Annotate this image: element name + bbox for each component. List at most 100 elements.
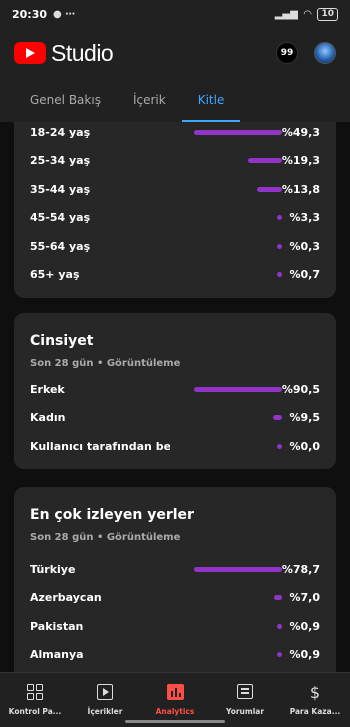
row-percent: %78,7 <box>281 562 320 576</box>
row-bar <box>276 215 282 221</box>
locations-card-subtitle: Son 28 gün • Görüntüleme <box>30 532 181 543</box>
distribution-row: 65+ yaş %0,7 <box>30 261 320 290</box>
row-percent: %3,3 <box>289 211 320 225</box>
row-percent: %49,3 <box>281 125 320 139</box>
row-bar-track <box>178 211 282 225</box>
row-bar-track <box>178 182 282 196</box>
youtube-logo-icon <box>14 42 46 64</box>
row-label: 25-34 yaş <box>30 154 91 168</box>
row-label: 35-44 yaş <box>30 182 91 196</box>
locations-card-title: En çok izleyen yerler <box>30 507 194 523</box>
row-bar <box>276 243 282 249</box>
row-percent: %0,7 <box>289 268 320 282</box>
row-bar-track <box>178 125 282 139</box>
row-percent: %0,9 <box>289 619 320 633</box>
nav-dashboard[interactable]: Kontrol Pa... <box>0 673 70 727</box>
row-bar <box>247 158 282 164</box>
row-label: Pakistan <box>30 619 84 633</box>
row-label: Erkek <box>30 382 65 396</box>
home-indicator <box>125 720 225 723</box>
gender-card: Cinsiyet Son 28 gün • Görüntüleme Erkek%… <box>14 313 336 469</box>
distribution-row: 55-64 yaş %0,3 <box>30 232 320 261</box>
analytics-icon <box>166 684 184 702</box>
audience-content[interactable]: 18-24 yaş %49,3 25-34 yaş %19,3 35-44 yaş %13… <box>0 122 350 672</box>
tab-audience[interactable]: Kitle <box>181 78 241 122</box>
status-bar: 20:30 ● ⋯ ▂▄▆ ◠ 10 <box>0 0 350 28</box>
nav-comments-label: Yorumlar <box>225 707 265 716</box>
distribution-row: 18-24 yaş %49,3 <box>30 122 320 147</box>
nav-earn[interactable]: $ Para Kaza... <box>280 673 350 727</box>
earn-icon: $ <box>309 683 321 702</box>
gender-rows: Erkek %90,5 Kadın %9,5 Kullanıcı tarafından … <box>30 375 320 461</box>
location-rows: Türkiye %78,7 Azerbaycan %7,0 Pakistan %0,9 Al… <box>30 555 320 669</box>
row-bar-track <box>178 562 282 576</box>
account-avatar[interactable] <box>314 42 336 64</box>
row-label: 18-24 yaş <box>30 125 91 139</box>
row-percent: %0,9 <box>289 648 320 662</box>
nav-analytics[interactable]: Analytics <box>140 673 210 727</box>
signal-icon: ▂▄▆ <box>274 8 298 20</box>
notifications-button[interactable]: 99 <box>276 42 298 64</box>
distribution-row: Türkiye %78,7 <box>30 555 320 584</box>
bottom-nav: Kontrol Pa... İçerikler Analytics Yoruml… <box>0 672 350 727</box>
distribution-row: Erkek %90,5 <box>30 375 320 404</box>
tab-overview[interactable]: Genel Bakış <box>14 78 117 122</box>
row-percent: %19,3 <box>281 154 320 168</box>
distribution-row: 25-34 yaş %19,3 <box>30 147 320 176</box>
row-percent: %90,5 <box>281 382 320 396</box>
row-percent: %0,3 <box>289 239 320 253</box>
nav-content[interactable]: İçerikler <box>70 673 140 727</box>
row-bar <box>273 595 282 601</box>
app-bar: Studio 99 <box>0 28 350 78</box>
row-bar <box>257 186 282 192</box>
row-label: Almanya <box>30 648 84 662</box>
gender-card-title: Cinsiyet <box>30 333 94 349</box>
row-bar <box>272 415 282 421</box>
row-bar <box>276 443 282 449</box>
row-bar-track <box>178 239 282 253</box>
comments-icon <box>237 684 253 702</box>
row-bar <box>193 386 282 392</box>
analytics-tabs: Genel Bakış İçerik Kitle <box>0 78 350 122</box>
distribution-row: Azerbaycan %7,0 <box>30 584 320 613</box>
nav-dashboard-label: Kontrol Pa... <box>8 707 62 716</box>
row-label: Kullanıcı tarafından belir... <box>30 439 170 453</box>
distribution-row: 35-44 yaş %13,8 <box>30 175 320 204</box>
nav-comments[interactable]: Yorumlar <box>210 673 280 727</box>
row-bar-track <box>178 411 282 425</box>
row-bar-track <box>178 154 282 168</box>
age-rows: 18-24 yaş %49,3 25-34 yaş %19,3 35-44 yaş %13… <box>30 122 320 289</box>
content-icon <box>97 684 113 702</box>
row-bar <box>276 272 282 278</box>
row-bar <box>193 129 282 135</box>
row-percent: %0,0 <box>289 439 320 453</box>
row-label: 55-64 yaş <box>30 239 91 253</box>
row-bar-track <box>178 439 282 453</box>
tab-content[interactable]: İçerik <box>117 78 182 122</box>
row-bar <box>276 652 282 658</box>
row-bar-track <box>178 648 282 662</box>
row-percent: %7,0 <box>289 591 320 605</box>
dashboard-icon <box>27 684 43 702</box>
row-label: Azerbaycan <box>30 591 102 605</box>
nav-content-label: İçerikler <box>87 707 123 716</box>
row-bar <box>276 623 282 629</box>
row-bar-track <box>178 591 282 605</box>
nav-earn-label: Para Kaza... <box>289 707 341 716</box>
nav-analytics-label: Analytics <box>155 707 195 716</box>
distribution-row: Kullanıcı tarafından belir... %0,0 <box>30 432 320 461</box>
row-label: 45-54 yaş <box>30 211 91 225</box>
distribution-row: 45-54 yaş %3,3 <box>30 204 320 233</box>
top-locations-card: En çok izleyen yerler Son 28 gün • Görün… <box>14 487 336 672</box>
age-card: 18-24 yaş %49,3 25-34 yaş %19,3 35-44 yaş %13… <box>14 122 336 298</box>
row-percent: %9,5 <box>289 411 320 425</box>
notification-dots-icon: ● ⋯ <box>53 8 76 20</box>
gender-card-subtitle: Son 28 gün • Görüntüleme <box>30 358 181 369</box>
wifi-icon: ◠ <box>303 8 312 20</box>
row-bar-track <box>178 382 282 396</box>
distribution-row: Pakistan %0,9 <box>30 612 320 641</box>
row-percent: %13,8 <box>281 182 320 196</box>
row-bar <box>193 566 282 572</box>
row-label: 65+ yaş <box>30 268 80 282</box>
distribution-row: Kadın %9,5 <box>30 404 320 433</box>
